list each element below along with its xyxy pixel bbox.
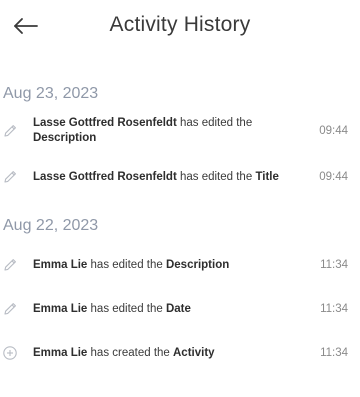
header: Activity History	[0, 0, 360, 54]
date-heading: Aug 22, 2023	[3, 217, 99, 234]
user-name: Emma Lie	[33, 302, 88, 315]
field-name: Date	[165, 302, 191, 315]
activity-text: Lasse Gottfred Rosenfeldt has edited the…	[33, 170, 283, 185]
field-name: Title	[255, 170, 279, 183]
activity-list: Emma Lie has edited the Description 11:3…	[0, 252, 360, 366]
pencil-icon	[4, 125, 16, 137]
activity-item: Emma Lie has edited the Description 11:3…	[0, 252, 360, 278]
activity-text: Emma Lie has edited the Description	[33, 258, 283, 273]
pencil-icon	[4, 259, 16, 271]
field-name: Description	[33, 132, 97, 144]
user-name: Lasse Gottfred Rosenfeldt	[33, 170, 177, 183]
activity-item: Lasse Gottfred Rosenfeldt has edited the…	[0, 110, 360, 152]
activity-item: Emma Lie has created the Activity 11:34	[0, 340, 360, 366]
activity-text: Lasse Gottfred Rosenfeldt has edited the…	[33, 116, 283, 146]
activity-time: 11:34	[320, 259, 348, 271]
activity-time: 11:34	[320, 347, 348, 359]
user-name: Emma Lie	[33, 346, 88, 359]
page-title: Activity History	[109, 13, 251, 36]
activity-item: Emma Lie has edited the Date 11:34	[0, 296, 360, 322]
user-name: Emma Lie	[33, 258, 88, 271]
action-text: has created the	[87, 346, 173, 359]
plus-circle-icon	[3, 346, 17, 360]
activity-item: Lasse Gottfred Rosenfeldt has edited the…	[0, 164, 360, 190]
activity-list: Lasse Gottfred Rosenfeldt has edited the…	[0, 110, 360, 190]
action-text: has edited the	[87, 302, 166, 315]
activity-time: 09:44	[319, 125, 348, 137]
pencil-icon	[4, 171, 16, 183]
pencil-icon	[4, 303, 16, 315]
activity-time: 11:34	[320, 303, 348, 315]
field-name: Description	[165, 258, 230, 271]
field-name: Activity	[173, 346, 215, 359]
activity-text: Emma Lie has created the Activity	[33, 346, 283, 361]
activity-time: 09:44	[319, 171, 348, 183]
date-heading: Aug 23, 2023	[3, 85, 99, 102]
user-name: Lasse Gottfred Rosenfeldt	[33, 117, 177, 129]
action-text: has edited the	[87, 258, 166, 271]
activity-text: Emma Lie has edited the Date	[33, 302, 283, 317]
action-text: has edited the	[176, 117, 253, 129]
action-text: has edited the	[176, 170, 256, 183]
